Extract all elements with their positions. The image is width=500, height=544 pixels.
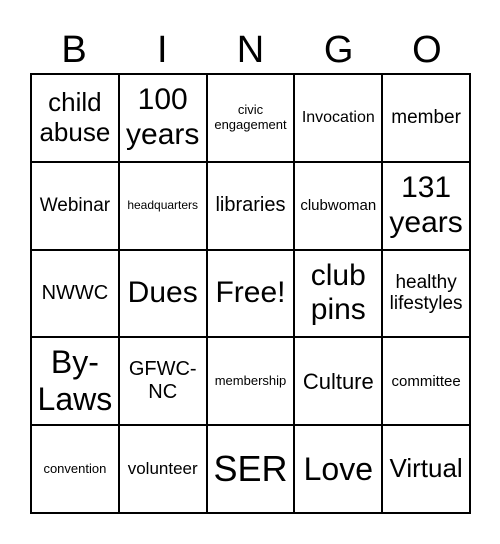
bingo-cell[interactable]: Free!: [206, 249, 295, 338]
bingo-cell[interactable]: Invocation: [294, 74, 383, 162]
bingo-cell[interactable]: membership: [206, 337, 295, 426]
header-letter-n: N: [236, 29, 265, 71]
bingo-cell[interactable]: committee: [382, 337, 470, 426]
bingo-cell[interactable]: convention: [31, 425, 119, 513]
bingo-cell[interactable]: Culture: [294, 337, 383, 426]
bingo-header: B I N G O: [30, 28, 471, 72]
bingo-cell[interactable]: SER: [206, 425, 295, 513]
bingo-cell[interactable]: NWWC: [31, 249, 119, 338]
bingo-cell[interactable]: By-Laws: [31, 337, 119, 426]
header-letter-b: B: [61, 29, 87, 71]
bingo-cell[interactable]: libraries: [206, 161, 295, 250]
bingo-cell[interactable]: Virtual: [382, 425, 470, 513]
header-letter-i: I: [157, 29, 168, 71]
bingo-cell[interactable]: 100 years: [118, 74, 207, 162]
bingo-cell[interactable]: healthy lifestyles: [382, 249, 470, 338]
header-letter-g: G: [323, 29, 354, 71]
bingo-cell[interactable]: clubwoman: [294, 161, 383, 250]
bingo-cell[interactable]: Dues: [118, 249, 207, 338]
bingo-cell[interactable]: Webinar: [31, 161, 119, 250]
bingo-cell[interactable]: civic engagement: [206, 74, 295, 162]
bingo-cell[interactable]: 131 years: [382, 161, 470, 250]
header-letter-o: O: [412, 29, 442, 71]
bingo-cell[interactable]: member: [382, 74, 470, 162]
bingo-grid: child abuse 100 years civic engagement Invo…: [30, 73, 471, 514]
bingo-cell[interactable]: Love: [294, 425, 383, 513]
bingo-cell[interactable]: child abuse: [31, 74, 119, 162]
bingo-cell[interactable]: headquarters: [118, 161, 207, 250]
bingo-cell[interactable]: volunteer: [118, 425, 207, 513]
bingo-cell[interactable]: club pins: [294, 249, 383, 338]
bingo-cell[interactable]: GFWC-NC: [118, 337, 207, 426]
